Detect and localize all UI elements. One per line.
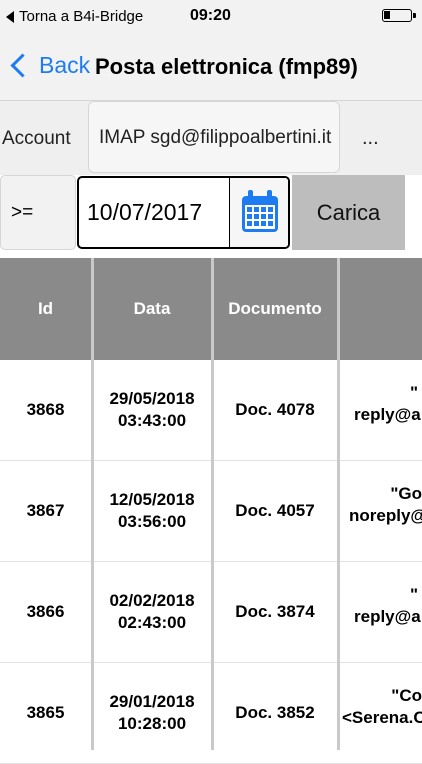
cell-sender: "Go noreply@ bbox=[340, 461, 422, 561]
cell-date-day: 29/05/2018 bbox=[109, 389, 195, 408]
cell-sender-line1: " bbox=[409, 585, 418, 604]
cell-date-time: 03:56:00 bbox=[117, 512, 187, 531]
filter-row: >= Carica bbox=[0, 175, 422, 251]
battery-fill bbox=[384, 11, 390, 19]
account-more-button[interactable]: ... bbox=[362, 127, 379, 150]
cell-id: 3866 bbox=[26, 602, 65, 621]
cell-date-time: 02:43:00 bbox=[117, 613, 187, 632]
operator-value: >= bbox=[11, 202, 34, 223]
status-time: 09:20 bbox=[190, 7, 231, 24]
back-triangle-icon bbox=[6, 10, 14, 23]
cell-sender-line1: "Co bbox=[391, 686, 422, 705]
column-header-date[interactable]: Data bbox=[93, 258, 211, 360]
return-to-app-link[interactable]: Torna a B4i-Bridge bbox=[6, 8, 143, 25]
page-title: Posta elettronica (fmp89) bbox=[95, 54, 358, 79]
cell-sender: "Co <Serena.C bbox=[340, 663, 422, 763]
cell-document: Doc. 3852 bbox=[235, 703, 315, 722]
account-value: IMAP sgd@filippoalbertini.it bbox=[99, 127, 332, 148]
back-button[interactable]: Back bbox=[10, 52, 90, 79]
account-selector[interactable]: IMAP sgd@filippoalbertini.it bbox=[88, 101, 340, 173]
navigation-bar: Back Posta elettronica (fmp89) bbox=[0, 34, 422, 101]
column-separator bbox=[91, 258, 94, 750]
cell-sender-line2: noreply@ bbox=[349, 506, 422, 525]
cell-sender-line1: " bbox=[409, 383, 418, 402]
return-to-app-label: Torna a B4i-Bridge bbox=[19, 8, 144, 25]
account-label: Account bbox=[2, 128, 71, 149]
load-button[interactable]: Carica bbox=[292, 175, 405, 250]
cell-id: 3868 bbox=[26, 400, 65, 419]
date-field bbox=[77, 176, 290, 249]
cell-date-time: 03:43:00 bbox=[117, 411, 187, 430]
cell-date-day: 12/05/2018 bbox=[109, 490, 195, 509]
chevron-left-icon bbox=[10, 53, 35, 78]
cell-date: 29/01/2018 10:28:00 bbox=[93, 663, 211, 763]
column-header-document[interactable]: Documento bbox=[213, 258, 337, 360]
battery-icon bbox=[382, 9, 416, 22]
account-row: Account IMAP sgd@filippoalbertini.it ... bbox=[0, 101, 422, 175]
cell-sender-line2: reply@a bbox=[354, 405, 421, 424]
cell-sender-line1: "Go bbox=[390, 484, 422, 503]
operator-selector[interactable]: >= bbox=[0, 175, 76, 250]
date-input[interactable] bbox=[79, 178, 237, 247]
cell-document: Doc. 3874 bbox=[235, 602, 315, 621]
cell-date: 29/05/2018 03:43:00 bbox=[93, 360, 211, 460]
cell-document: Doc. 4057 bbox=[235, 501, 315, 520]
calendar-icon bbox=[242, 190, 278, 232]
column-header-sender[interactable] bbox=[340, 258, 422, 360]
calendar-button[interactable] bbox=[229, 178, 288, 247]
cell-sender: " reply@a bbox=[340, 562, 422, 662]
cell-date-day: 02/02/2018 bbox=[109, 591, 195, 610]
column-separator bbox=[337, 258, 340, 750]
cell-sender: " reply@a bbox=[340, 360, 422, 460]
column-separator bbox=[211, 258, 214, 750]
cell-date-day: 29/01/2018 bbox=[109, 692, 195, 711]
cell-id: 3865 bbox=[26, 703, 65, 722]
cell-id: 3867 bbox=[26, 501, 65, 520]
status-bar: Torna a B4i-Bridge 09:20 bbox=[0, 0, 422, 34]
cell-date: 02/02/2018 02:43:00 bbox=[93, 562, 211, 662]
cell-document: Doc. 4078 bbox=[235, 400, 315, 419]
cell-sender-line2: <Serena.C bbox=[342, 708, 422, 727]
back-button-label: Back bbox=[39, 52, 91, 78]
cell-sender-line2: reply@a bbox=[354, 607, 421, 626]
cell-date: 12/05/2018 03:56:00 bbox=[93, 461, 211, 561]
cell-date-time: 10:28:00 bbox=[117, 714, 187, 733]
column-header-id[interactable]: Id bbox=[0, 258, 91, 360]
